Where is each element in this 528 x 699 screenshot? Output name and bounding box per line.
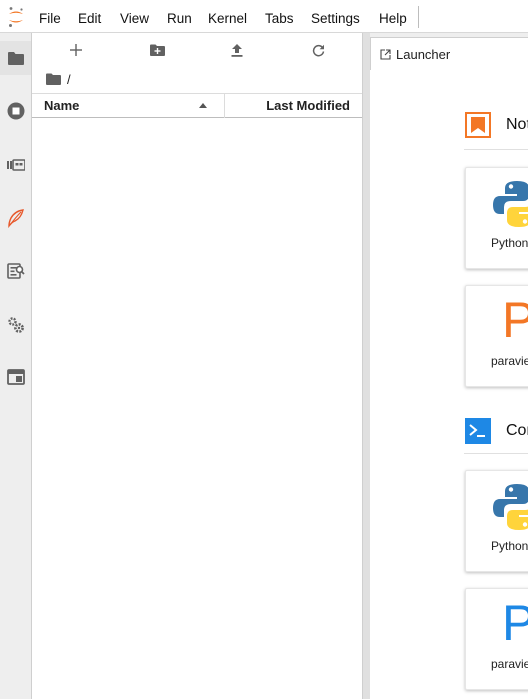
card-label: paraview [491, 657, 528, 671]
plus-icon [70, 44, 82, 56]
new-folder-icon [149, 44, 165, 56]
jupyter-logo-icon[interactable] [7, 6, 25, 28]
tab-launcher[interactable]: Launcher [370, 37, 528, 70]
console-section-header: Console [464, 415, 528, 447]
python-logo-icon [493, 484, 528, 530]
menu-run[interactable]: Run [167, 0, 192, 33]
launcher-card-console-python3[interactable]: Python 3 [465, 470, 528, 572]
paraview-logo-icon: P [502, 595, 528, 651]
running-sessions-tab[interactable] [0, 94, 31, 128]
section-divider [464, 453, 528, 454]
open-tabs-tab[interactable] [0, 360, 31, 394]
main-dock-area: Launcher Notebook Python 3 P [370, 33, 528, 699]
command-palette-icon [6, 159, 25, 171]
last-modified-column-header[interactable]: Last Modified [226, 94, 358, 118]
property-inspector-icon [6, 263, 25, 279]
paraview-logo-icon: P [502, 292, 528, 348]
section-divider [464, 149, 528, 150]
console-section-title: Console [506, 422, 528, 439]
card-label: Python 3 [491, 236, 528, 250]
panel-splitter[interactable] [362, 33, 370, 699]
settings-tab[interactable] [0, 308, 31, 342]
menu-tabs[interactable]: Tabs [265, 0, 294, 33]
menu-view[interactable]: View [120, 0, 149, 33]
property-inspector-tab[interactable] [0, 254, 31, 288]
menu-separator [418, 6, 419, 28]
launcher-card-console-paraview[interactable]: P paraview [465, 588, 528, 690]
folder-icon [7, 52, 24, 65]
menu-bar: File Edit View Run Kernel Tabs Settings … [0, 0, 528, 33]
notebook-icon [464, 111, 492, 139]
sort-ascending-icon [199, 103, 207, 108]
file-listing[interactable] [32, 118, 362, 699]
menu-edit[interactable]: Edit [78, 0, 101, 33]
folder-icon[interactable] [46, 73, 61, 85]
launcher-card-notebook-paraview[interactable]: P paraview [465, 285, 528, 387]
name-column-header[interactable]: Name [32, 94, 225, 118]
launcher-icon [379, 48, 391, 60]
main-tabbar: Launcher [370, 33, 528, 70]
last-modified-column-label: Last Modified [266, 98, 350, 113]
tab-launcher-label: Launcher [396, 46, 451, 62]
name-column-label: Name [44, 98, 80, 113]
card-label: paraview [491, 354, 528, 368]
refresh-icon [312, 44, 324, 56]
breadcrumb: / [46, 70, 71, 88]
file-listing-header: Name Last Modified [32, 93, 362, 118]
left-sidebar-tabbar [0, 33, 32, 699]
upload-icon [231, 43, 243, 57]
running-sessions-icon [7, 102, 24, 120]
menu-file[interactable]: File [39, 0, 61, 33]
menu-help[interactable]: Help [379, 0, 407, 33]
card-label: Python 3 [491, 539, 528, 553]
settings-icon [7, 317, 24, 333]
extension-manager-tab[interactable] [0, 201, 31, 235]
upload-button[interactable] [226, 40, 248, 60]
tabs-icon [6, 369, 25, 385]
notebook-section-header: Notebook [464, 109, 528, 141]
extension-icon [7, 209, 24, 228]
notebook-section-title: Notebook [506, 116, 528, 133]
menu-kernel[interactable]: Kernel [208, 0, 247, 33]
file-browser-panel: / Name Last Modified [32, 33, 362, 699]
menu-settings[interactable]: Settings [311, 0, 360, 33]
breadcrumb-root[interactable]: / [67, 72, 71, 87]
file-browser-tab[interactable] [0, 41, 31, 75]
file-browser-toolbar [32, 33, 362, 67]
console-icon [464, 417, 492, 445]
new-launcher-button[interactable] [65, 40, 87, 60]
new-folder-button[interactable] [146, 40, 168, 60]
command-palette-tab[interactable] [0, 148, 31, 182]
refresh-button[interactable] [307, 40, 329, 60]
python-logo-icon [493, 181, 528, 227]
launcher-card-notebook-python3[interactable]: Python 3 [465, 167, 528, 269]
launcher-panel: Notebook Python 3 P paraview [370, 71, 528, 699]
